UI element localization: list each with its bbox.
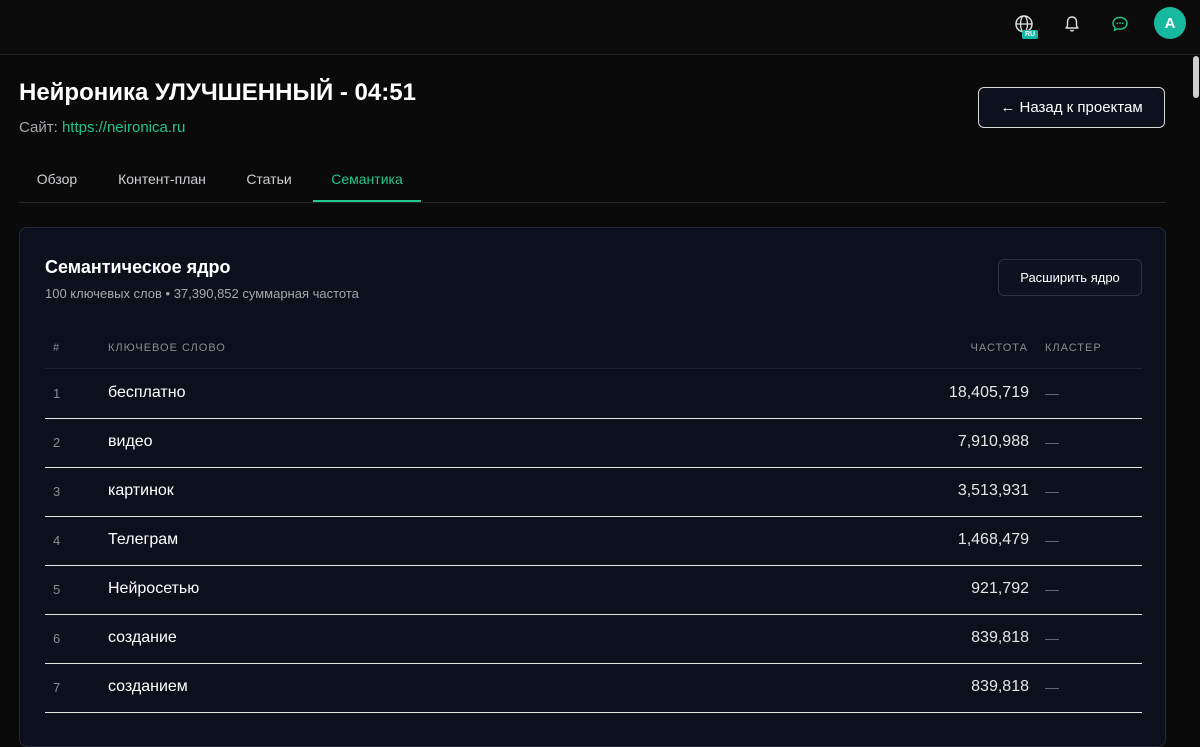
tab-articles[interactable]: Статьи (229, 158, 309, 200)
table-row[interactable]: 3 картинок 3,513,931 — (45, 467, 1142, 517)
page-title: Нейроника УЛУЧШЕННЫЙ - 04:51 (19, 79, 416, 106)
frequency-cell: 921,792 (971, 580, 1029, 597)
cluster-cell: — (1045, 385, 1059, 401)
frequency-cell: 839,818 (971, 629, 1029, 646)
table-row[interactable]: 2 видео 7,910,988 — (45, 418, 1142, 468)
tab-content-plan[interactable]: Контент-план (99, 158, 225, 200)
chat-button[interactable] (1106, 10, 1134, 38)
expand-core-button[interactable]: Расширить ядро (998, 259, 1142, 296)
cluster-cell: — (1045, 434, 1059, 450)
semantic-core-title: Семантическое ядро (45, 257, 231, 277)
row-number: 3 (53, 483, 61, 499)
keyword-cell: бесплатно (108, 384, 186, 401)
table-row[interactable]: 4 Телеграм 1,468,479 — (45, 516, 1142, 566)
row-number: 6 (53, 630, 61, 646)
keyword-cell: созданием (108, 678, 188, 695)
cluster-cell: — (1045, 483, 1059, 499)
site-link[interactable]: https://neironica.ru (62, 119, 185, 136)
cluster-cell: — (1045, 581, 1059, 597)
row-number: 7 (53, 679, 61, 695)
cluster-cell: — (1045, 630, 1059, 646)
cluster-cell: — (1045, 679, 1059, 695)
row-number: 5 (53, 581, 61, 597)
row-number: 2 (53, 434, 61, 450)
tab-overview[interactable]: Обзор (19, 158, 95, 200)
keyword-cell: Телеграм (108, 531, 179, 548)
table-row[interactable]: 5 Нейросетью 921,792 — (45, 565, 1142, 615)
cluster-cell: — (1045, 532, 1059, 548)
bell-icon (1065, 16, 1079, 32)
semantic-core-card: Семантическое ядро 100 ключевых слов • 3… (19, 227, 1166, 747)
page-scrollbar[interactable] (1193, 56, 1199, 98)
frequency-cell: 1,468,479 (957, 531, 1029, 548)
project-tabs: Обзор Контент-план Статьи Семантика (19, 158, 1166, 203)
frequency-cell: 18,405,719 (948, 384, 1029, 401)
notifications-button[interactable] (1058, 10, 1086, 38)
avatar[interactable]: A (1154, 7, 1186, 39)
row-number: 1 (53, 385, 61, 401)
keyword-cell: видео (108, 433, 153, 450)
semantic-core-summary: 100 ключевых слов • 37,390,852 суммарная… (45, 286, 359, 301)
tab-semantics[interactable]: Семантика (313, 158, 421, 202)
frequency-cell: 3,513,931 (957, 482, 1029, 499)
table-row[interactable]: 7 созданием 839,818 — (45, 663, 1142, 713)
keyword-cell: создание (108, 629, 177, 646)
column-header-cluster[interactable]: КЛАСТЕР (1045, 342, 1102, 354)
table-row[interactable]: 1 бесплатно 18,405,719 — (45, 369, 1142, 419)
site-line: Сайт: https://neironica.ru (19, 119, 185, 136)
table-row[interactable]: 6 создание 839,818 — (45, 614, 1142, 664)
column-header-keyword[interactable]: КЛЮЧЕВОЕ СЛОВО (108, 342, 226, 354)
chat-icon (1112, 16, 1128, 31)
keyword-cell: картинок (108, 482, 174, 499)
language-badge: RU (1022, 30, 1039, 39)
row-number: 4 (53, 532, 61, 548)
top-bar: RU A (0, 0, 1200, 55)
language-switcher[interactable]: RU (1010, 10, 1039, 39)
frequency-cell: 839,818 (971, 678, 1029, 695)
keyword-cell: Нейросетью (108, 580, 200, 597)
column-header-number: # (53, 342, 61, 354)
site-label: Сайт: (19, 119, 58, 136)
back-to-projects-button[interactable]: ← Назад к проектам (978, 87, 1165, 128)
column-header-frequency[interactable]: ЧАСТОТА (971, 342, 1028, 354)
frequency-cell: 7,910,988 (957, 433, 1029, 450)
